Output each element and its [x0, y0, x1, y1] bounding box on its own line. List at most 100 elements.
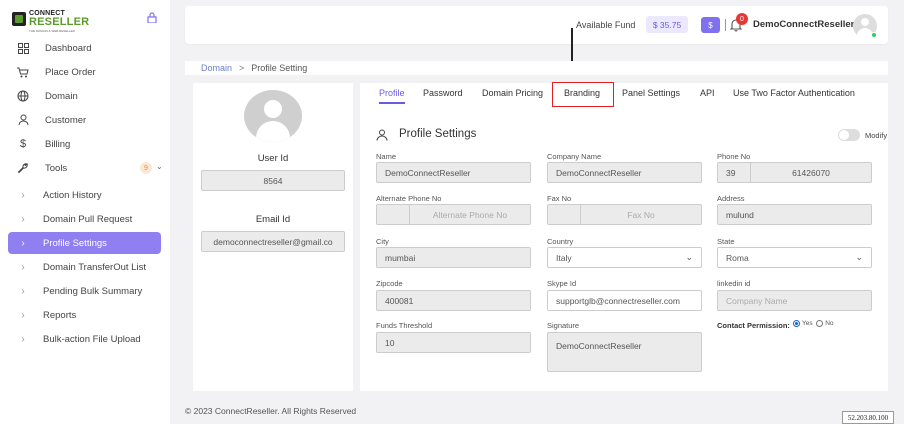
chevron-right-icon: › [21, 237, 25, 249]
logo-mark-icon [12, 12, 26, 26]
top-header: Available Fund $ 35.75 $ 0 DemoConnectRe… [185, 6, 888, 44]
sidebar-item-label: Place Order [45, 66, 96, 78]
breadcrumb-separator: > [239, 63, 245, 73]
branding-highlight-box [552, 82, 614, 107]
country-label: Country [547, 237, 574, 246]
tab-domain-pricing[interactable]: Domain Pricing [482, 88, 543, 104]
fund-amount: $ 35.75 [646, 16, 688, 33]
fax-no-placeholder: Fax No [627, 209, 655, 220]
signature-label: Signature [547, 321, 580, 330]
sidebar-item-dashboard[interactable]: Dashboard [8, 37, 161, 59]
alternate-phone-placeholder: Alternate Phone No [432, 209, 508, 220]
country-selected-value: Italy [556, 252, 572, 263]
modify-toggle[interactable] [838, 129, 860, 141]
profile-avatar [244, 90, 302, 142]
chevron-down-icon: ⌄ [685, 252, 693, 262]
username[interactable]: DemoConnectReseller [753, 19, 854, 30]
sidebar-item-reports[interactable]: › Reports [8, 304, 161, 326]
sidebar-item-billing[interactable]: $ Billing [8, 133, 161, 155]
contact-permission-label: Contact Permission: [717, 321, 790, 330]
breadcrumb-current: Profile Setting [251, 63, 308, 73]
country-select[interactable]: Italy ⌄ [547, 247, 702, 268]
alternate-phone-input[interactable]: Alternate Phone No [376, 204, 531, 225]
sidebar-item-label: Reports [43, 309, 77, 321]
sidebar: CONNECT RESELLER THE DOMAIN & WEB RESELL… [0, 0, 170, 424]
fax-code [548, 205, 581, 224]
tab-two-factor-auth[interactable]: Use Two Factor Authentication [733, 88, 855, 104]
sidebar-item-label: Domain TransferOut List [43, 261, 146, 273]
online-status-dot [871, 32, 877, 38]
profile-card: User Id 8564 Email Id democonnectreselle… [193, 83, 353, 391]
breadcrumb: Domain > Profile Setting [185, 61, 888, 75]
chevron-down-icon[interactable]: ⌄ [156, 162, 163, 171]
chevron-right-icon: › [21, 285, 25, 297]
city-label: City [376, 237, 389, 246]
email-id-label: Email Id [255, 214, 291, 225]
chevron-right-icon: › [21, 213, 25, 225]
state-select[interactable]: Roma ⌄ [717, 247, 872, 268]
chevron-down-icon: ⌄ [855, 252, 863, 262]
sidebar-item-tools[interactable]: Tools 9 ⌄ [8, 157, 163, 179]
name-input[interactable]: DemoConnectReseller [376, 162, 531, 183]
tab-api[interactable]: API [700, 88, 715, 104]
wrench-icon [16, 161, 30, 175]
sidebar-item-label: Domain Pull Request [43, 213, 133, 225]
tools-count-badge: 9 [140, 162, 152, 174]
signature-textarea[interactable]: DemoConnectReseller [547, 332, 702, 372]
linkedin-id-placeholder: Company Name [726, 295, 788, 306]
skype-id-input[interactable]: supportglb@connectreseller.com [547, 290, 702, 311]
sidebar-item-label: Tools [45, 162, 68, 174]
profile-settings-title: Profile Settings [399, 128, 477, 140]
sidebar-item-label: Customer [45, 114, 87, 126]
tab-panel-settings[interactable]: Panel Settings [622, 88, 680, 104]
brand-logo[interactable]: CONNECT RESELLER THE DOMAIN & WEB RESELL… [12, 10, 89, 33]
alternate-phone-code [377, 205, 410, 224]
profile-settings-panel: Profile Password Domain Pricing Branding… [360, 82, 888, 391]
ip-address-overlay: 52.203.80.100 [842, 411, 894, 424]
zipcode-input[interactable]: 400081 [376, 290, 531, 311]
sidebar-item-domain[interactable]: Domain [8, 85, 161, 107]
tab-password[interactable]: Password [423, 88, 463, 104]
logo-tagline: THE DOMAIN & WEB RESELLER [29, 29, 75, 33]
skype-id-label: Skype Id [547, 279, 577, 288]
user-id-label: User Id [257, 153, 289, 164]
notification-count-badge: 0 [736, 13, 748, 25]
lock-icon[interactable] [147, 12, 157, 23]
sidebar-item-label: Domain [45, 90, 78, 102]
globe-icon [16, 89, 30, 103]
contact-permission-no-radio[interactable] [816, 320, 824, 327]
contact-permission-yes-label: Yes [802, 320, 813, 328]
sidebar-item-pending-bulk-summary[interactable]: › Pending Bulk Summary [8, 280, 161, 302]
add-fund-button[interactable]: $ [701, 17, 720, 33]
chevron-right-icon: › [21, 309, 25, 321]
sidebar-item-label: Profile Settings [43, 237, 107, 249]
sidebar-item-bulk-action-file-upload[interactable]: › Bulk-action File Upload [8, 328, 161, 350]
linkedin-id-input[interactable]: Company Name [717, 290, 872, 311]
sidebar-item-action-history[interactable]: › Action History [8, 184, 161, 206]
fax-no-input[interactable]: Fax No [547, 204, 702, 225]
cart-icon [16, 65, 30, 79]
address-input[interactable]: mulund [717, 204, 872, 225]
modify-label: Modify [865, 131, 888, 140]
breadcrumb-domain-link[interactable]: Domain [201, 63, 232, 73]
sidebar-item-profile-settings[interactable]: › Profile Settings [8, 232, 161, 254]
sidebar-item-domain-pull-request[interactable]: › Domain Pull Request [8, 208, 161, 230]
zipcode-label: Zipcode [376, 279, 403, 288]
funds-threshold-label: Funds Threshold [376, 321, 433, 330]
phone-no-input[interactable]: 39 61426070 [717, 162, 872, 183]
user-icon [376, 129, 388, 141]
sidebar-item-label: Dashboard [45, 42, 92, 54]
sidebar-item-domain-transferout-list[interactable]: › Domain TransferOut List [8, 256, 161, 278]
contact-permission-options: Yes No [793, 320, 834, 327]
company-name-input[interactable]: DemoConnectReseller [547, 162, 702, 183]
sidebar-item-customer[interactable]: Customer [8, 109, 161, 131]
contact-permission-yes-radio[interactable] [793, 320, 800, 327]
grid-icon [16, 41, 30, 55]
fax-no-label: Fax No [547, 194, 572, 203]
funds-threshold-input[interactable]: 10 [376, 332, 531, 353]
sidebar-item-place-order[interactable]: Place Order [8, 61, 161, 83]
tab-profile[interactable]: Profile [379, 88, 405, 104]
city-input[interactable]: mumbai [376, 247, 531, 268]
address-label: Address [717, 194, 745, 203]
sidebar-item-label: Pending Bulk Summary [43, 285, 143, 297]
